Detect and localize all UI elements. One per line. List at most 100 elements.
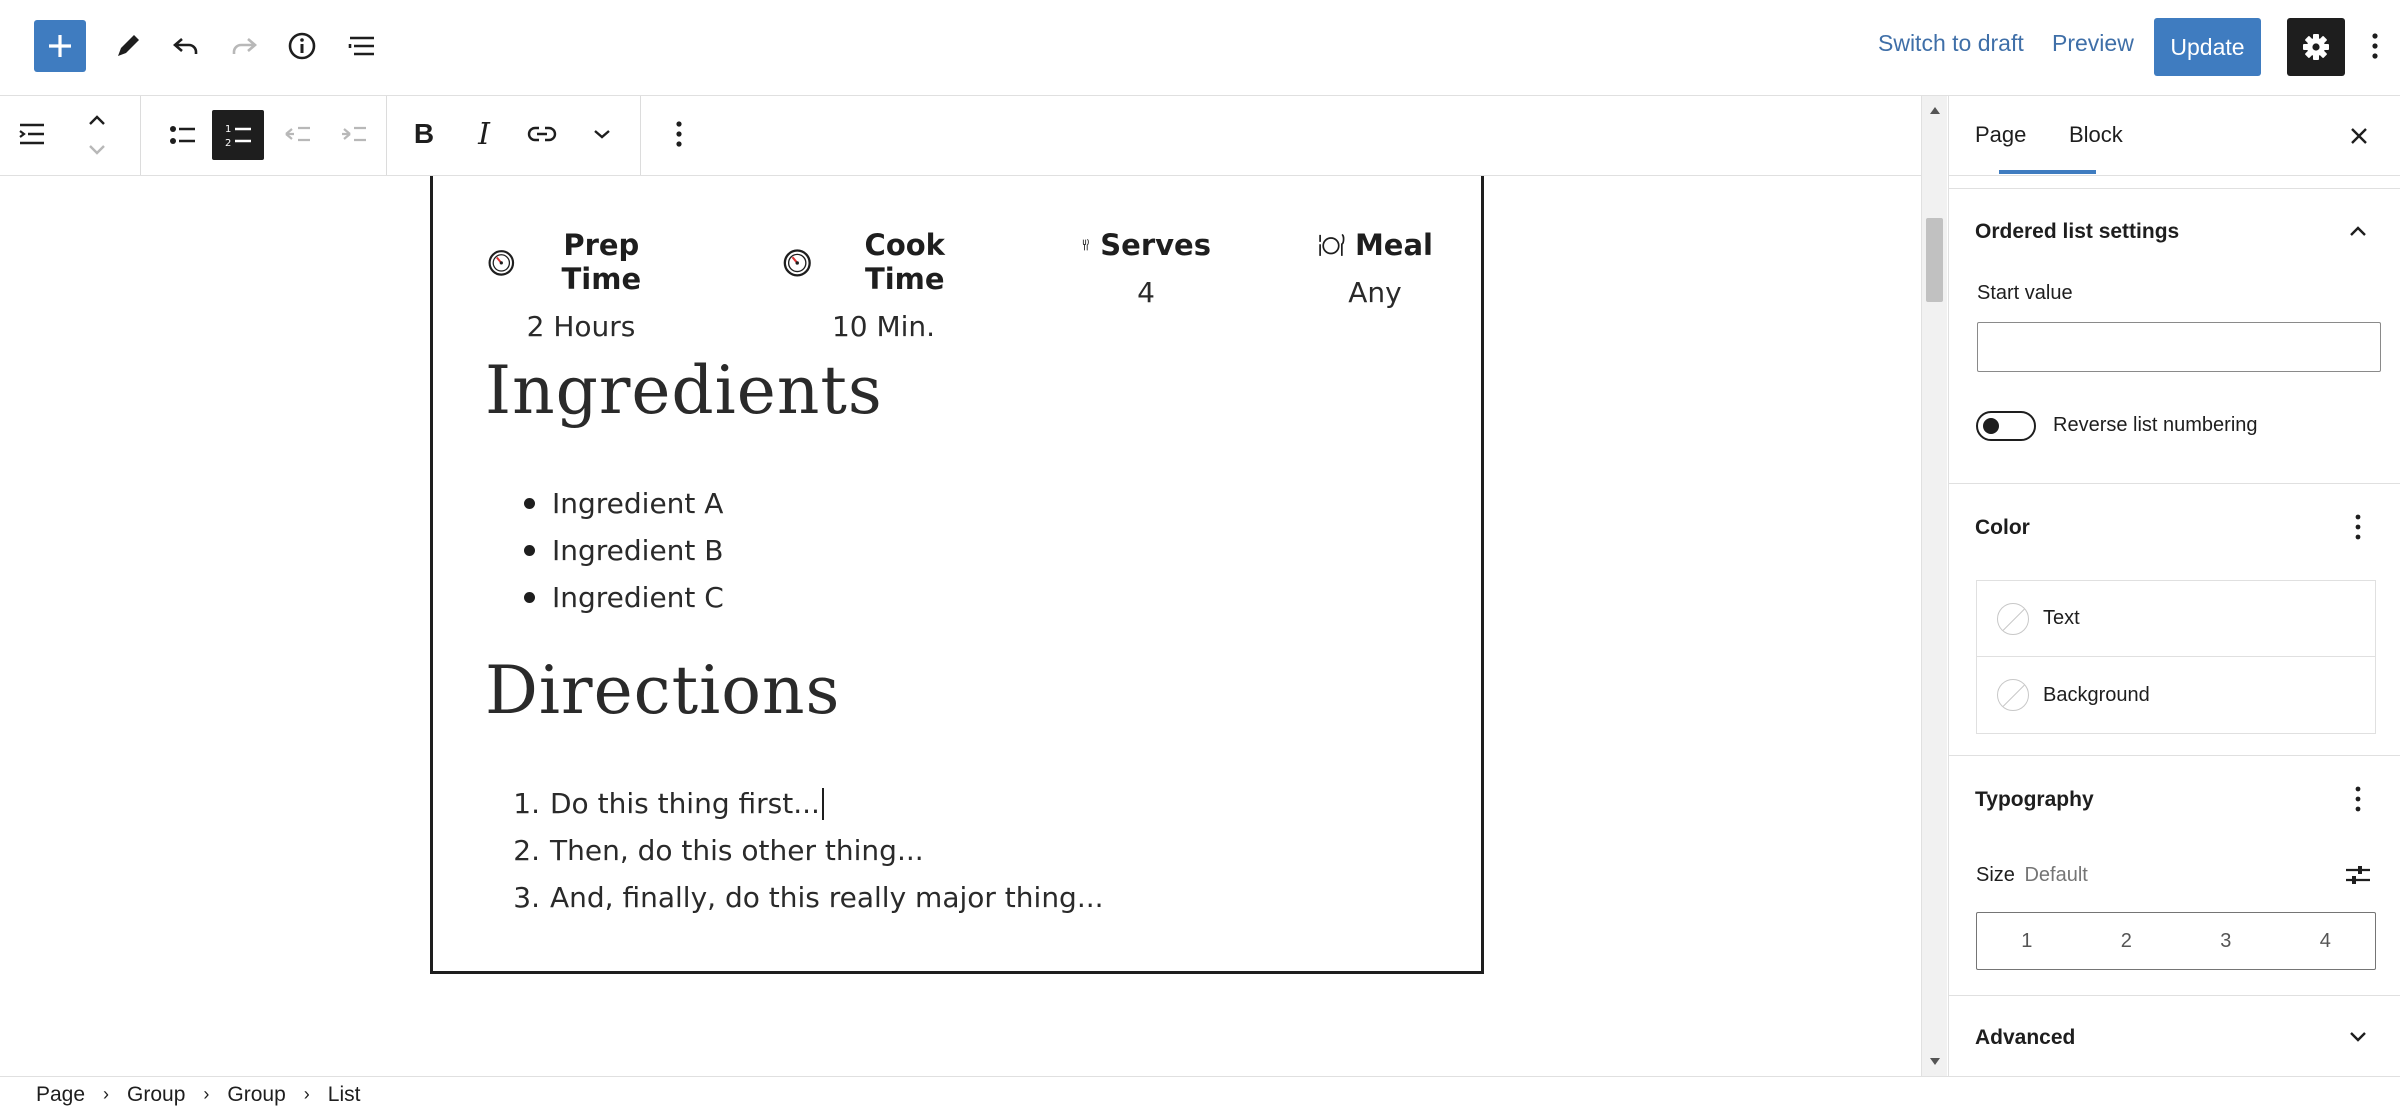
list-item-text: Ingredient A — [552, 487, 724, 520]
size-label-text: Size — [1976, 864, 2015, 886]
plate-icon — [1319, 234, 1345, 256]
reverse-list-label[interactable]: Reverse list numbering — [2053, 414, 2258, 437]
block-type-button[interactable] — [12, 114, 52, 154]
list-item[interactable]: Ingredient A — [522, 480, 724, 527]
list-item[interactable]: 3. And, finally, do this really major thi… — [510, 874, 1103, 921]
text-color-option[interactable]: Text — [1977, 581, 2375, 657]
more-vertical-icon — [2372, 33, 2378, 59]
breadcrumb-item[interactable]: Page — [36, 1083, 85, 1107]
list-view-button[interactable] — [342, 26, 382, 66]
list-item-text: Do this thing first... — [550, 787, 820, 820]
meta-label: Cook Time — [864, 228, 945, 296]
bullet-icon — [524, 545, 535, 556]
undo-icon — [173, 38, 198, 54]
font-size-option[interactable]: 3 — [2176, 913, 2276, 969]
recipe-meta-serves: Serves 4 — [1081, 228, 1211, 309]
meta-value: 4 — [1137, 276, 1155, 309]
italic-icon: I — [478, 116, 490, 152]
font-size-option[interactable]: 1 — [1977, 913, 2077, 969]
chevron-right-icon: › — [103, 1084, 110, 1104]
list-item-text: Ingredient C — [552, 581, 724, 614]
utensils-icon — [1082, 239, 1089, 251]
more-vertical-icon — [2355, 786, 2361, 812]
ingredients-heading[interactable]: Ingredients — [485, 352, 883, 429]
breadcrumb-item[interactable]: Group — [127, 1083, 185, 1107]
move-up-button[interactable] — [82, 106, 112, 134]
editor-header: Switch to draft Preview Update — [0, 0, 2400, 96]
chevron-right-icon: › — [203, 1084, 210, 1104]
recipe-meta-meal: Meal Any — [1317, 228, 1433, 309]
list-item[interactable]: 1. Do this thing first... — [510, 780, 1104, 827]
start-value-input[interactable] — [1977, 322, 2381, 372]
chevron-right-icon: › — [303, 1084, 310, 1104]
unordered-list-button[interactable] — [158, 110, 208, 160]
color-options-button[interactable] — [2343, 510, 2373, 544]
panel-title[interactable]: Ordered list settings — [1975, 220, 2179, 244]
list-item[interactable]: Ingredient C — [522, 574, 724, 621]
directions-list[interactable]: 1. Do this thing first... 2. Then, do this… — [510, 780, 1104, 921]
tools-button[interactable] — [108, 26, 148, 66]
breadcrumb: Page › Group › Group › List — [0, 1076, 2400, 1112]
list-number: 3. — [513, 881, 540, 914]
tab-page[interactable]: Page — [1975, 122, 2026, 148]
settings-button[interactable] — [2287, 18, 2345, 76]
block-options-button[interactable] — [664, 114, 694, 154]
close-sidebar-button[interactable] — [2341, 118, 2377, 154]
more-rich-text-button[interactable] — [582, 114, 622, 154]
bullet-icon — [524, 498, 535, 509]
move-down-button[interactable] — [82, 136, 112, 164]
details-button[interactable] — [282, 26, 322, 66]
list-item[interactable]: Ingredient B — [522, 527, 724, 574]
editor-canvas[interactable]: Prep Time 2 Hours Cook Time 10 Min. Serv… — [0, 176, 1921, 1076]
reverse-list-toggle[interactable] — [1976, 411, 2036, 441]
meta-label: Meal — [1354, 228, 1433, 262]
move-up-icon — [89, 115, 105, 125]
size-value: Default — [2024, 864, 2088, 886]
italic-button[interactable]: I — [464, 114, 504, 154]
directions-heading[interactable]: Directions — [485, 652, 840, 729]
background-color-option[interactable]: Background — [1977, 657, 2375, 733]
meta-value: 2 Hours — [526, 310, 636, 343]
svg-text:2: 2 — [225, 138, 231, 149]
collapse-panel-button[interactable] — [2343, 216, 2373, 246]
typography-options-button[interactable] — [2343, 782, 2373, 816]
sliders-icon — [2346, 866, 2370, 884]
list-number: 1. — [513, 787, 540, 820]
add-block-button[interactable] — [34, 20, 86, 72]
redo-button[interactable] — [224, 26, 264, 66]
ordered-list-icon: 12 — [225, 124, 251, 149]
advanced-panel-title[interactable]: Advanced — [1975, 1026, 2075, 1050]
preview-button[interactable]: Preview — [2052, 30, 2134, 57]
toolbar-divider — [386, 96, 387, 175]
custom-size-button[interactable] — [2341, 858, 2375, 892]
indent-button[interactable] — [334, 114, 374, 154]
meta-label: Prep Time — [561, 228, 642, 296]
options-button[interactable] — [2360, 26, 2390, 66]
bold-button[interactable]: B — [404, 114, 444, 154]
panel-title[interactable]: Color — [1975, 516, 2030, 540]
more-vertical-icon — [2355, 514, 2361, 540]
switch-to-draft-button[interactable]: Switch to draft — [1878, 30, 2024, 57]
breadcrumb-item[interactable]: Group — [227, 1083, 285, 1107]
ingredients-list[interactable]: Ingredient A Ingredient B Ingredient C — [522, 480, 724, 621]
more-vertical-icon — [676, 121, 682, 147]
font-size-option[interactable]: 4 — [2276, 913, 2376, 969]
svg-text:1: 1 — [225, 124, 231, 135]
undo-button[interactable] — [166, 26, 206, 66]
toolbar-divider — [140, 96, 141, 175]
bullet-icon — [524, 592, 535, 603]
update-button[interactable]: Update — [2154, 18, 2261, 76]
font-size-option[interactable]: 2 — [2077, 913, 2177, 969]
ordered-list-button[interactable]: 12 — [212, 110, 264, 160]
link-button[interactable] — [522, 114, 562, 154]
list-item[interactable]: 2. Then, do this other thing... — [510, 827, 1104, 874]
expand-advanced-button[interactable] — [2343, 1020, 2373, 1054]
text-caret — [821, 787, 824, 820]
list-item-text: Then, do this other thing... — [550, 834, 924, 867]
canvas-scrollbar[interactable] — [1921, 96, 1947, 1076]
outdent-button[interactable] — [278, 114, 318, 154]
tab-block[interactable]: Block — [2069, 122, 2123, 148]
breadcrumb-item[interactable]: List — [328, 1083, 361, 1107]
scrollbar-thumb[interactable] — [1926, 218, 1943, 302]
panel-title[interactable]: Typography — [1975, 788, 2094, 812]
